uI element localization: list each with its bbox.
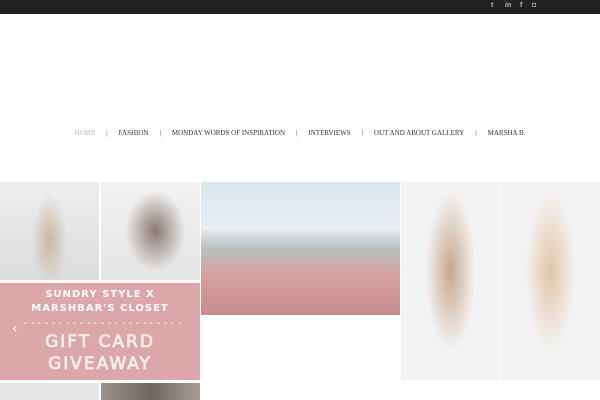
- gallery-image-runway[interactable]: [201, 182, 400, 315]
- promo-line-2: MARSHBAR'S CLOSET: [31, 303, 169, 314]
- nav-monday-words[interactable]: MONDAY WORDS OF INSPIRATION: [172, 129, 285, 137]
- nav-separator: |: [475, 129, 477, 137]
- twitter-icon[interactable]: t: [491, 2, 493, 9]
- promo-line-1: SUNDRY STYLE X: [45, 289, 155, 300]
- nav-separator: |: [296, 129, 298, 137]
- chevron-left-icon[interactable]: ‹: [12, 321, 18, 337]
- facebook-icon[interactable]: f: [520, 2, 522, 9]
- gallery-image-heels[interactable]: [101, 182, 200, 280]
- gallery-image-bottom-2[interactable]: [101, 383, 200, 400]
- nav-fashion[interactable]: FASHION: [119, 129, 149, 137]
- instagram-icon[interactable]: ◘: [532, 2, 536, 9]
- nav-out-and-about[interactable]: OUT AND ABOUT GALLERY: [374, 129, 464, 137]
- nav-separator: |: [361, 129, 364, 137]
- promo-line-4: GIVEAWAY: [48, 354, 152, 375]
- linkedin-icon[interactable]: in: [505, 2, 511, 9]
- gallery-image-outfit-2[interactable]: [501, 182, 600, 380]
- nav-separator: |: [159, 129, 161, 137]
- promo-line-3: GIFT CARD: [45, 332, 155, 353]
- giveaway-promo[interactable]: SUNDRY STYLE X MARSHBAR'S CLOSET GIFT CA…: [0, 283, 200, 380]
- nav-separator: |: [106, 129, 108, 137]
- gallery-image-dress[interactable]: [0, 182, 99, 280]
- gallery-image-outfit-1[interactable]: [401, 182, 500, 380]
- main-nav: HOME | FASHION | MONDAY WORDS OF INSPIRA…: [0, 129, 600, 137]
- dotted-divider: [22, 322, 182, 324]
- nav-marsha-b[interactable]: MARSHA B.: [488, 129, 526, 137]
- gallery-image-bottom-1[interactable]: [0, 383, 99, 400]
- nav-home[interactable]: HOME: [75, 129, 96, 137]
- top-bar: t in f ◘: [0, 0, 600, 14]
- nav-interviews[interactable]: INTERVIEWS: [308, 129, 350, 137]
